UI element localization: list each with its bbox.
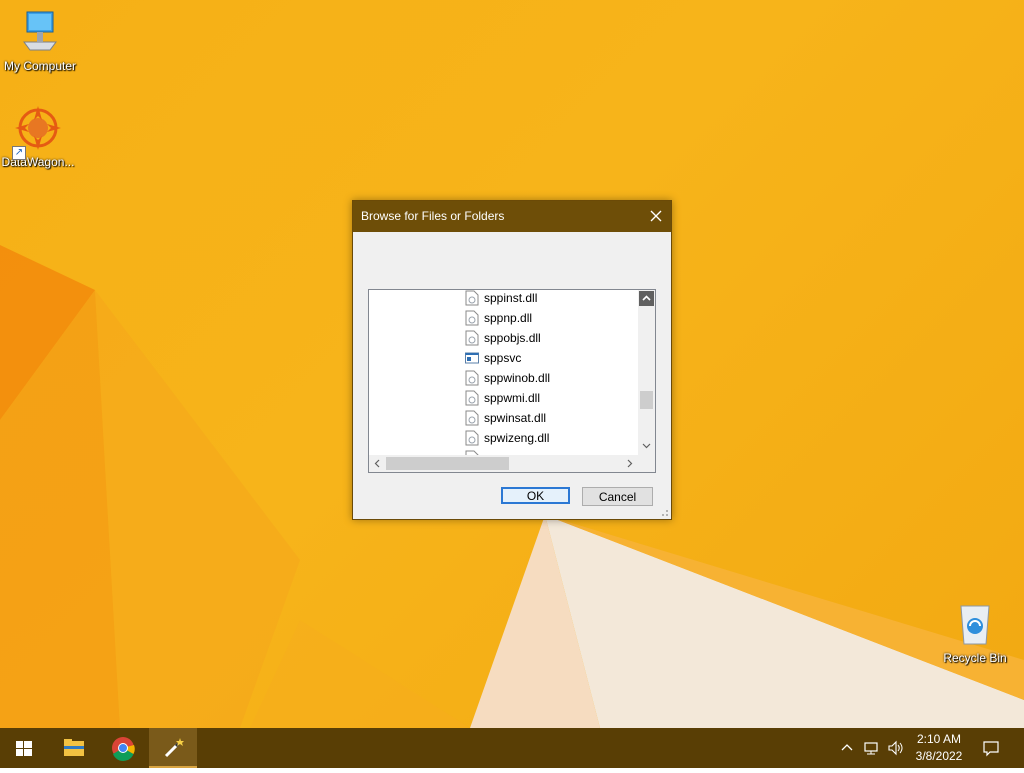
desktop-icon-recycle-bin[interactable]: Recycle Bin [935,602,1015,665]
clock-date: 3/8/2022 [915,749,963,763]
computer-icon [23,11,57,51]
tree-item-label: spwizeng.dll [484,431,550,445]
dll-file-icon [465,310,479,326]
tree-item-label: sppwinob.dll [484,371,551,385]
resize-grip-icon[interactable] [659,507,669,517]
tree-item-label: sppobjs.dll [484,331,541,345]
cancel-button[interactable]: Cancel [582,487,653,506]
tree-item-spwinsat[interactable]: spwinsat.dll [465,408,546,428]
scroll-up-button[interactable] [639,291,654,306]
scroll-corner [638,455,655,472]
scroll-right-button[interactable] [622,456,637,471]
chevron-right-icon [627,459,633,468]
datawagon-icon [15,106,61,150]
vertical-scroll-thumb[interactable] [640,391,653,409]
ok-button[interactable]: OK [501,487,570,504]
chevron-up-icon[interactable] [838,739,856,757]
desktop: My Computer ↗ DataWagon... Recycle Bin B… [0,0,1024,728]
desktop-icon-label: My Computer [3,59,77,73]
volume-icon[interactable] [886,739,904,757]
close-icon [650,210,662,222]
tree-item-label: spwinsat.dll [484,411,547,425]
magic-wand-icon [164,738,184,758]
executable-icon [465,352,479,364]
desktop-icon-label: Recycle Bin [943,651,1007,665]
dll-file-icon [465,430,479,446]
dialog-title: Browse for Files or Folders [361,209,505,223]
network-icon[interactable] [862,739,880,757]
desktop-icon-datawagon[interactable]: ↗ DataWagon... [0,106,78,169]
system-clock[interactable]: 2:10 AM 3/8/2022 [904,731,974,765]
tree-item-sppsvc[interactable]: sppsvc [465,348,521,368]
scroll-down-button[interactable] [639,438,654,453]
horizontal-scroll-thumb[interactable] [386,457,509,470]
tree-item-spwizeng[interactable]: spwizeng.dll [465,428,549,448]
dialog-titlebar[interactable]: Browse for Files or Folders [353,201,671,232]
tree-item-sppnp[interactable]: sppnp.dll [465,308,532,328]
desktop-icon-my-computer[interactable]: My Computer [0,10,80,73]
taskbar: 2:10 AM 3/8/2022 [0,728,1024,768]
close-button[interactable] [641,201,671,232]
tree-item-label: sppinst.dll [484,291,538,305]
chrome-button[interactable] [99,728,147,768]
tree-item-label: sppwmi.dll [484,391,541,405]
browse-dialog: Browse for Files or Folders sppinst.dll … [352,200,672,520]
folder-tree[interactable]: sppinst.dll sppnp.dll sppobjs.dll sppsvc… [368,289,656,473]
tree-item-label: sppnp.dll [484,311,533,325]
tree-item-sppwinob[interactable]: sppwinob.dll [465,368,550,388]
clock-time: 2:10 AM [916,732,962,746]
tree-item-sppobjs[interactable]: sppobjs.dll [465,328,541,348]
dll-file-icon [465,370,479,386]
app-button[interactable] [149,728,197,768]
vertical-scrollbar[interactable] [638,290,655,455]
file-explorer-button[interactable] [50,728,98,768]
windows-logo-icon [16,741,32,756]
chevron-down-icon [642,443,651,449]
notification-icon[interactable] [982,739,1000,757]
tree-item-label: sppsvc [484,351,522,365]
tree-item-sppwmi[interactable]: sppwmi.dll [465,388,540,408]
dll-file-icon [465,410,479,426]
recycle-bin-icon [960,605,990,645]
chevron-up-icon [642,295,651,301]
scroll-left-button[interactable] [370,456,385,471]
dll-file-icon [465,390,479,406]
tree-item-sppinst[interactable]: sppinst.dll [465,290,538,308]
folder-icon [64,739,84,756]
chevron-left-icon [374,459,380,468]
dll-file-icon [465,290,479,306]
chrome-icon [112,737,135,762]
shortcut-arrow-icon: ↗ [12,146,26,160]
dll-file-icon [465,330,479,346]
start-button[interactable] [0,728,48,768]
horizontal-scrollbar[interactable] [369,455,638,472]
